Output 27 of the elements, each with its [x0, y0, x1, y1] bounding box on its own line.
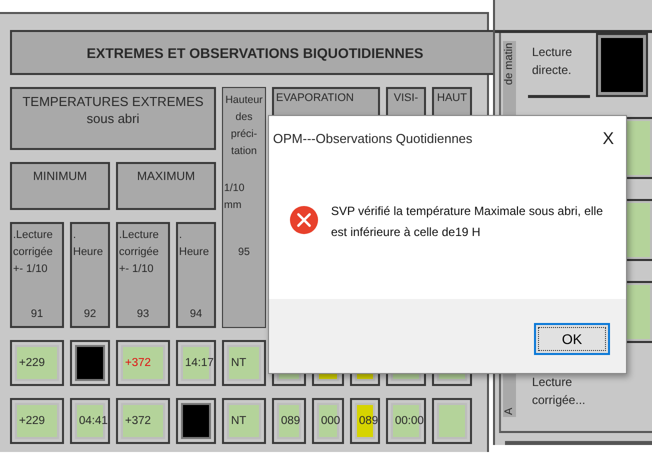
input-field[interactable] — [598, 35, 646, 95]
input-field[interactable] — [181, 403, 211, 439]
error-icon — [289, 205, 319, 235]
close-button[interactable]: X — [590, 124, 626, 152]
column-header: . Heure 94 — [176, 222, 216, 328]
input-field[interactable] — [437, 403, 467, 439]
input-field[interactable]: 000 — [317, 403, 339, 439]
ok-button[interactable]: OK — [534, 323, 610, 355]
input-field[interactable]: 00:00 — [391, 403, 421, 439]
direct-reading-label: Lecture directe. — [532, 44, 574, 79]
input-field[interactable]: +372 — [121, 403, 165, 439]
column-header: .Lecture corrigée +- 1/10 91 — [10, 222, 64, 328]
group-header: MINIMUM — [10, 162, 110, 210]
input-field[interactable]: +229 — [15, 345, 59, 381]
input-field[interactable] — [75, 345, 105, 381]
column-header: .Lecture corrigée +- 1/10 93 — [116, 222, 170, 328]
input-field[interactable]: 089 — [277, 403, 301, 439]
column-header: . Heure 92 — [70, 222, 110, 328]
input-field[interactable]: 04:41 — [75, 403, 105, 439]
input-field[interactable]: NT — [227, 345, 261, 381]
group-header: MAXIMUM — [116, 162, 216, 210]
input-field[interactable]: 14:17 — [181, 345, 211, 381]
input-field[interactable]: NT — [227, 403, 261, 439]
corrected-reading-label: Lecture corrigée... — [532, 374, 586, 409]
input-field[interactable]: +229 — [15, 403, 59, 439]
precipitation-header: Hauteur des préci- tation 1/10 mm 95 — [222, 87, 266, 328]
temperatures-header: TEMPERATURES EXTREMES sous abri — [10, 87, 216, 150]
